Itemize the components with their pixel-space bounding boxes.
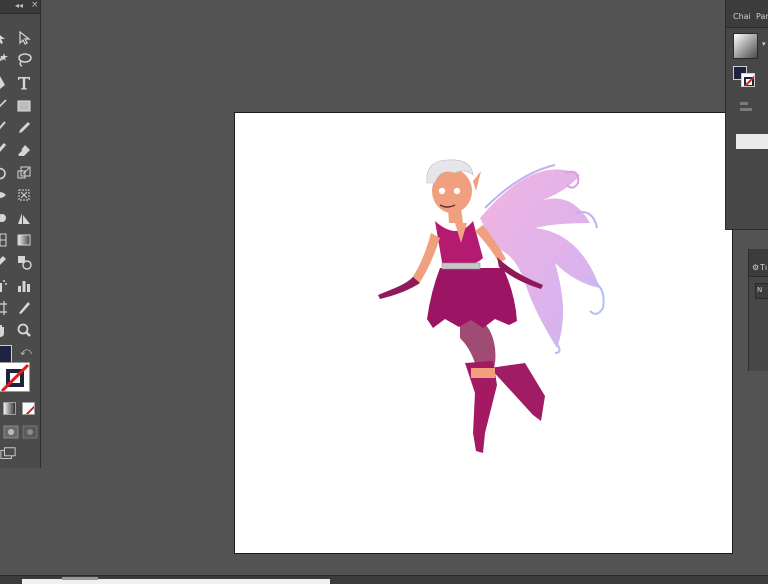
scrollbar-thumb[interactable] [62, 577, 98, 580]
panel-tab-bar: Chai Par [726, 0, 768, 28]
status-bar [0, 575, 768, 584]
stroke-swatch-small[interactable] [741, 73, 755, 87]
slice-tool-icon[interactable] [16, 300, 32, 316]
type-tool-icon[interactable] [16, 75, 32, 91]
artboard-tool-icon[interactable] [0, 300, 8, 316]
direct-selection-tool-icon[interactable] [16, 30, 32, 46]
blob-brush-tool-icon[interactable] [0, 142, 8, 158]
line-segment-tool-icon[interactable] [0, 98, 8, 114]
symbol-sprayer-tool-icon[interactable] [0, 278, 8, 294]
tab-transparency[interactable]: Tı [760, 263, 767, 272]
eyedropper-tool-icon[interactable] [0, 254, 8, 270]
gradient-dropdown-icon[interactable]: ▾ [762, 40, 766, 48]
width-tool-icon[interactable] [0, 187, 8, 203]
free-transform-tool-icon[interactable] [16, 187, 32, 203]
selection-tool-icon[interactable] [0, 30, 8, 46]
shape-builder-tool-icon[interactable] [0, 210, 8, 226]
color-panel: Chai Par ▾ [725, 0, 768, 230]
tools-panel: ◂◂ × ⤺ [0, 0, 41, 468]
magic-wand-tool-icon[interactable] [0, 52, 8, 68]
gradient-tool-icon[interactable] [16, 232, 32, 248]
zoom-tool-icon[interactable] [16, 322, 32, 338]
tab-character[interactable]: Chai [733, 12, 751, 21]
screen-mode-icon[interactable] [0, 446, 18, 462]
pen-tool-icon[interactable] [0, 75, 8, 91]
gradient-mode-button[interactable] [3, 402, 16, 415]
paintbrush-tool-icon[interactable] [0, 120, 8, 136]
fill-color-swatch[interactable] [0, 345, 12, 363]
tab-paragraph[interactable]: Par [756, 12, 768, 21]
draw-inside-icon[interactable] [22, 424, 38, 439]
fairy-illustration [378, 159, 605, 453]
blend-tool-icon[interactable] [16, 254, 32, 270]
panel-menu-icon[interactable]: ⚙ [752, 263, 759, 272]
transparency-panel: ⚙ Tı N [748, 249, 768, 371]
tools-panel-header: ◂◂ × [0, 0, 40, 14]
eraser-tool-icon[interactable] [16, 142, 32, 158]
artboard[interactable] [234, 112, 733, 554]
gradient-swatch[interactable] [733, 33, 758, 59]
scale-tool-icon[interactable] [16, 165, 32, 181]
close-panel-icon[interactable]: × [31, 0, 39, 10]
perspective-grid-tool-icon[interactable] [16, 210, 32, 226]
rectangle-tool-icon[interactable] [16, 98, 32, 114]
none-mode-button[interactable] [22, 402, 35, 415]
hand-tool-icon[interactable] [0, 322, 8, 338]
panel-tab-bar-2: ⚙ Tı [749, 249, 768, 277]
collapse-panel-icon[interactable]: ◂◂ [15, 1, 23, 10]
draw-normal-icon[interactable] [3, 424, 19, 439]
mesh-tool-icon[interactable] [0, 232, 8, 248]
lasso-tool-icon[interactable] [16, 52, 32, 68]
pencil-tool-icon[interactable] [16, 120, 32, 136]
swap-fill-stroke-icon[interactable]: ⤺ [20, 345, 32, 359]
stroke-color-swatch[interactable] [0, 362, 30, 392]
gradient-slider[interactable] [736, 134, 768, 149]
column-graph-tool-icon[interactable] [16, 278, 32, 294]
align-icon[interactable] [738, 99, 754, 115]
rotate-tool-icon[interactable] [0, 165, 8, 181]
blend-mode-select[interactable]: N [755, 283, 768, 299]
